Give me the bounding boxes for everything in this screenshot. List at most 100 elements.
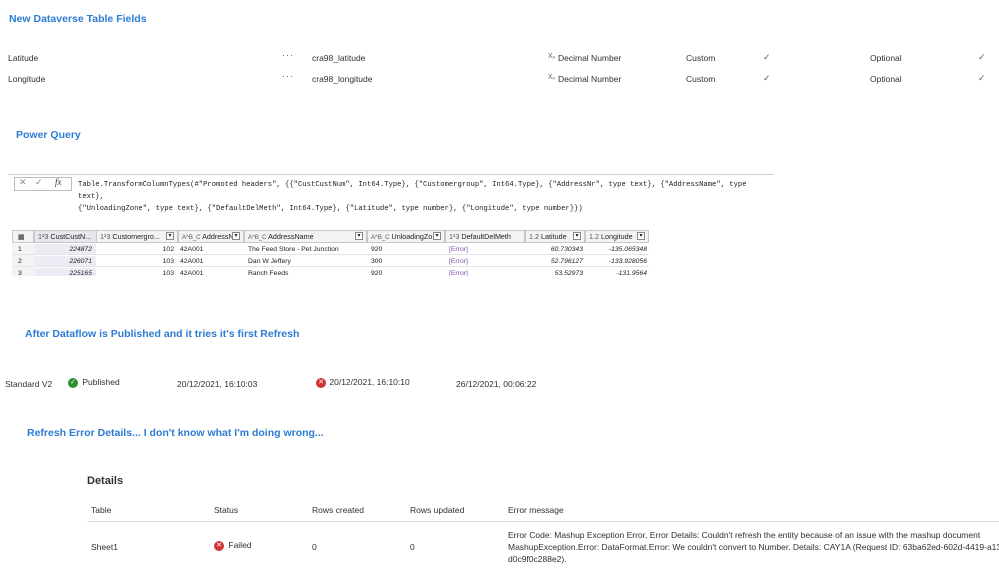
- section-title-error-details: Refresh Error Details... I don't know wh…: [27, 427, 324, 439]
- refresh-status[interactable]: ✕ 20/12/2021, 16:10:10: [316, 377, 410, 388]
- chevron-down-icon[interactable]: ▾: [355, 232, 363, 240]
- row-number: 3: [12, 268, 34, 276]
- text-type-icon: A^B_C: [371, 235, 390, 241]
- more-options-icon[interactable]: ···: [282, 50, 294, 60]
- checkmark-icon: ✓: [978, 52, 986, 62]
- field-type: Decimal Number: [558, 74, 622, 84]
- decimal-type-icon: 1.2: [529, 232, 539, 241]
- column-header[interactable]: 1²3 Customergro... ▾: [96, 230, 178, 243]
- cell-unloadingzone: 300: [367, 256, 445, 267]
- column-name: UnloadingZo...: [391, 232, 439, 241]
- column-name: AddressNr: [202, 232, 237, 241]
- number-type-icon: 1²3: [38, 232, 49, 241]
- column-name: Latitude: [541, 232, 567, 241]
- formula-text[interactable]: Table.TransformColumnTypes(#"Promoted he…: [78, 179, 774, 215]
- cell-rows-created: 0: [312, 542, 317, 552]
- cell-latitude: 53.52973: [525, 268, 585, 276]
- checkmark-icon: ✓: [763, 73, 771, 83]
- column-header[interactable]: 1²3 DefaultDelMeth: [445, 230, 525, 243]
- status-text: Failed: [228, 540, 252, 550]
- field-requirement: Optional: [870, 53, 902, 63]
- formula-line: Table.TransformColumnTypes(#"Promoted he…: [78, 181, 747, 201]
- confirm-icon[interactable]: ✓: [35, 177, 43, 188]
- cell-latitude: 52.796127: [525, 256, 585, 267]
- column-header-table: Table: [91, 505, 112, 515]
- chevron-down-icon[interactable]: ▾: [433, 232, 441, 240]
- number-type-icon: 1²3: [100, 232, 111, 241]
- field-kind: Custom: [686, 53, 716, 63]
- error-icon: ✕: [214, 540, 224, 551]
- section-title-first-refresh: After Dataflow is Published and it tries…: [25, 328, 300, 340]
- cell-customergroup: 102: [96, 244, 178, 255]
- formula-line: {"UnloadingZone", type text}, {"DefaultD…: [78, 205, 583, 213]
- column-header[interactable]: A^B_C UnloadingZo... ▾: [367, 230, 445, 243]
- next-refresh-timestamp: 26/12/2021, 00:06:22: [456, 379, 537, 389]
- cell-addressname: Ranch Feeds: [244, 268, 367, 276]
- field-requirement: Optional: [870, 74, 902, 84]
- row-number: 1: [12, 244, 34, 255]
- cell-error[interactable]: [Error]: [445, 268, 525, 276]
- cell-unloadingzone: 920: [367, 244, 445, 255]
- column-header[interactable]: 1.2 Longitude ▾: [585, 230, 649, 243]
- published-timestamp: 20/12/2021, 16:10:03: [177, 379, 258, 389]
- table-menu-icon[interactable]: ▦: [12, 230, 34, 243]
- refresh-timestamp: 20/12/2021, 16:10:10: [329, 377, 410, 387]
- error-line: d0c9f0c288e2).: [508, 554, 567, 564]
- cell-error-message: Error Code: Mashup Exception Error, Erro…: [508, 529, 999, 565]
- field-schema-name: cra98_longitude: [312, 74, 373, 84]
- field-type: Decimal Number: [558, 53, 622, 63]
- column-header[interactable]: 1.2 Latitude ▾: [525, 230, 585, 243]
- cell-addressname: Dan W Jeffery: [244, 256, 367, 267]
- section-title-dataverse-fields: New Dataverse Table Fields: [9, 13, 147, 25]
- error-icon: ✕: [316, 377, 326, 388]
- cell-error[interactable]: [Error]: [445, 244, 525, 255]
- field-display-name: Latitude: [8, 53, 39, 63]
- cell-customergroup: 103: [96, 256, 178, 267]
- formula-buttons: ✕ ✓ fx: [14, 177, 72, 191]
- cell-addressnr: 42A001: [178, 268, 244, 276]
- more-options-icon[interactable]: ···: [282, 71, 294, 81]
- cancel-icon[interactable]: ✕: [19, 177, 27, 188]
- cell-error[interactable]: [Error]: [445, 256, 525, 267]
- chevron-down-icon[interactable]: ▾: [232, 232, 240, 240]
- cell-rows-updated: 0: [410, 542, 415, 552]
- cell-custnum: 226071: [34, 256, 96, 267]
- column-header-rows-updated: Rows updated: [410, 505, 465, 515]
- cell-custnum: 224872: [34, 244, 96, 255]
- column-name: Customergro...: [112, 232, 160, 241]
- status-badge: ✕ Failed: [214, 540, 252, 551]
- text-type-icon: A^B_C: [248, 235, 267, 241]
- cell-latitude: 60.730343: [525, 244, 585, 255]
- error-line: Error Code: Mashup Exception Error, Erro…: [508, 530, 981, 540]
- cell-longitude: -135.065348: [585, 244, 649, 255]
- formula-bar: ✕ ✓ fx Table.TransformColumnTypes(#"Prom…: [8, 174, 774, 213]
- column-header-status: Status: [214, 505, 239, 515]
- column-name: Longitude: [601, 232, 633, 241]
- error-line: MashupException.Error: DataFormat.Error:…: [508, 542, 999, 552]
- cell-addressnr: 42A001: [178, 256, 244, 267]
- field-kind: Custom: [686, 74, 716, 84]
- text-type-icon: A^B_C: [182, 235, 201, 241]
- cell-custnum: 225165: [34, 268, 96, 276]
- chevron-down-icon[interactable]: ▾: [637, 232, 645, 240]
- cell-longitude: -131.9564: [585, 268, 649, 276]
- field-schema-name: cra98_latitude: [312, 53, 366, 63]
- number-type-icon: 1²3: [449, 232, 460, 241]
- details-title: Details: [87, 475, 124, 487]
- cell-table: Sheet1: [91, 542, 118, 552]
- decimal-type-icon: Xₓ: [548, 74, 555, 81]
- chevron-down-icon[interactable]: ▾: [573, 232, 581, 240]
- cell-customergroup: 103: [96, 268, 178, 276]
- field-display-name: Longitude: [8, 74, 46, 84]
- check-circle-icon: ✓: [68, 377, 78, 388]
- column-header[interactable]: A^B_C AddressNr ▾: [178, 230, 244, 243]
- cell-unloadingzone: 920: [367, 268, 445, 276]
- fx-icon[interactable]: fx: [55, 177, 62, 187]
- column-name: CustCustN...: [50, 232, 92, 241]
- decimal-type-icon: Xₓ: [548, 53, 555, 60]
- chevron-down-icon[interactable]: ▾: [166, 232, 174, 240]
- column-header[interactable]: A^B_C AddressName ▾: [244, 230, 367, 243]
- cell-longitude: -133.928056: [585, 256, 649, 267]
- decimal-type-icon: 1.2: [589, 232, 599, 241]
- column-name: DefaultDelMeth: [461, 232, 511, 241]
